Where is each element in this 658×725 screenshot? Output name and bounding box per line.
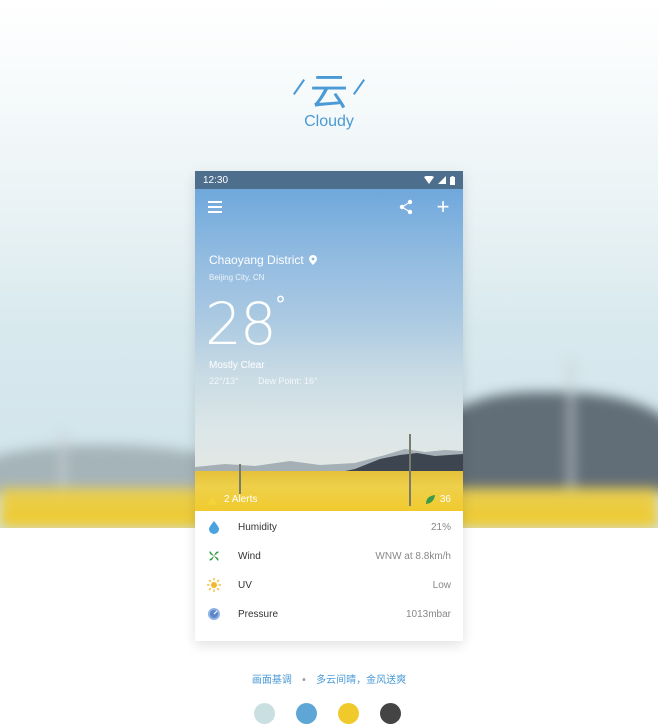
- detail-row-wind[interactable]: Wind WNW at 8.8km/h: [195, 542, 463, 571]
- weather-details-list: Humidity 21% Wind WNW at 8.8km/h UV Low …: [195, 511, 463, 629]
- degree-symbol: °: [275, 293, 286, 318]
- detail-row-uv[interactable]: UV Low: [195, 571, 463, 600]
- phone-mockup: 12:30 + Chaoyang District Beijing City, …: [195, 171, 463, 641]
- color-palette: [254, 703, 401, 724]
- detail-row-humidity[interactable]: Humidity 21%: [195, 513, 463, 542]
- signal-icon: [438, 176, 446, 184]
- location-district[interactable]: Chaoyang District: [209, 253, 318, 267]
- caption: 画面基调 • 多云间晴，金风送爽: [0, 671, 658, 686]
- alerts-button[interactable]: 2 Alerts: [207, 494, 257, 505]
- page-header: 云 Cloudy: [0, 72, 658, 131]
- status-bar: 12:30: [195, 171, 463, 189]
- leaf-icon: [425, 495, 435, 504]
- color-swatch: [338, 703, 359, 724]
- location-city: Beijing City, CN: [209, 273, 265, 282]
- caption-text: 多云间晴，金风送爽: [316, 675, 407, 686]
- weather-condition: Mostly Clear: [209, 360, 265, 371]
- warning-icon: [207, 494, 218, 505]
- menu-icon[interactable]: [208, 201, 222, 213]
- current-temperature: 28: [205, 290, 277, 358]
- add-icon[interactable]: +: [434, 196, 452, 218]
- dew-point: Dew Point: 16°: [258, 376, 318, 386]
- title-chinese: 云: [0, 72, 658, 112]
- color-swatch: [254, 703, 275, 724]
- battery-icon: [450, 175, 455, 185]
- toolbar: +: [195, 189, 463, 229]
- status-time: 12:30: [203, 174, 229, 186]
- utility-pole: [239, 464, 241, 494]
- gauge-icon: [208, 608, 220, 620]
- high-low-temperature: 22°/13°: [209, 376, 239, 386]
- color-swatch: [380, 703, 401, 724]
- sun-icon: [207, 578, 221, 592]
- detail-row-pressure[interactable]: Pressure 1013mbar: [195, 600, 463, 629]
- caption-separator: •: [301, 675, 307, 686]
- caption-label: 画面基调: [251, 675, 292, 686]
- weather-scene: + Chaoyang District Beijing City, CN 28 …: [195, 189, 463, 511]
- wind-icon: [209, 551, 219, 561]
- water-drop-icon: [209, 521, 219, 534]
- title-english: Cloudy: [304, 113, 354, 130]
- share-icon[interactable]: [398, 199, 414, 215]
- air-quality-badge[interactable]: 36: [425, 494, 451, 505]
- location-pin-icon: [309, 255, 318, 265]
- scene-footer: 2 Alerts 36: [195, 491, 463, 511]
- color-swatch: [296, 703, 317, 724]
- wifi-icon: [424, 176, 434, 184]
